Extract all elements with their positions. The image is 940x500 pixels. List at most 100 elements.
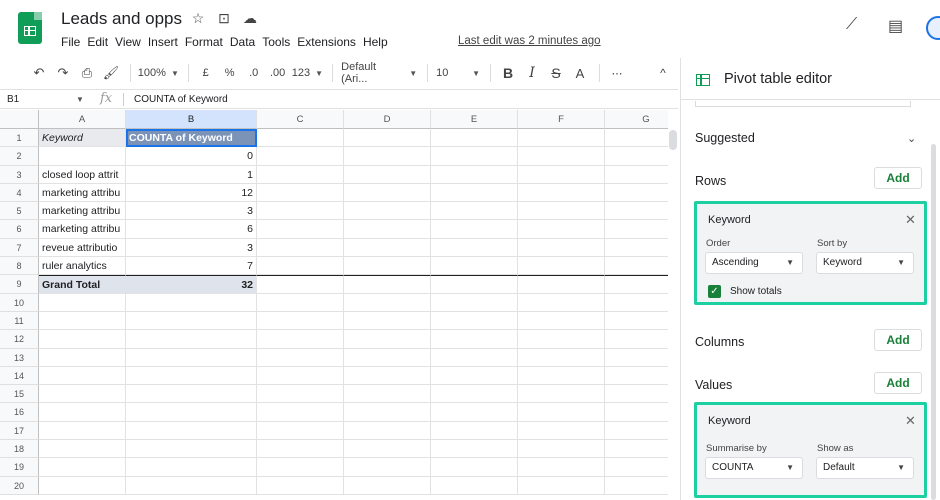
count-cell[interactable]: 1 xyxy=(126,165,257,184)
close-icon[interactable]: ✕ xyxy=(905,413,916,429)
menu-tools[interactable]: Tools xyxy=(262,35,295,49)
select-all-corner[interactable] xyxy=(0,110,39,129)
cell[interactable] xyxy=(605,129,668,148)
column-header-c[interactable]: C xyxy=(257,110,344,129)
cell[interactable] xyxy=(431,348,518,367)
keyword-cell[interactable]: marketing attribu xyxy=(39,220,126,239)
folder-move-icon[interactable]: ⊡ xyxy=(216,10,232,27)
cell[interactable] xyxy=(257,275,344,294)
cell[interactable] xyxy=(431,476,518,495)
cell[interactable] xyxy=(431,293,518,312)
cell[interactable] xyxy=(126,348,257,367)
cell[interactable] xyxy=(344,385,431,404)
cell[interactable] xyxy=(605,202,668,221)
cell[interactable] xyxy=(518,311,605,331)
chevron-down-icon[interactable]: ⌄ xyxy=(907,132,916,145)
menu-view[interactable]: View xyxy=(115,35,146,49)
currency-format-button[interactable]: £ xyxy=(197,62,215,84)
cell[interactable] xyxy=(257,220,344,239)
cell[interactable] xyxy=(518,421,605,441)
cell[interactable] xyxy=(518,403,605,422)
percent-format-button[interactable]: % xyxy=(221,62,239,84)
cell[interactable] xyxy=(126,293,257,312)
cell[interactable] xyxy=(257,421,344,441)
cell[interactable] xyxy=(126,440,257,459)
column-header-d[interactable]: D xyxy=(344,110,431,129)
bold-button[interactable]: B xyxy=(499,62,517,84)
cell[interactable] xyxy=(257,257,344,276)
cell[interactable] xyxy=(126,330,257,349)
cell[interactable] xyxy=(257,458,344,477)
panel-scrollbar[interactable] xyxy=(931,144,936,500)
number-format-select[interactable]: 123 ▼ xyxy=(292,62,323,84)
cell[interactable] xyxy=(344,366,431,386)
column-header-g[interactable]: G xyxy=(605,110,668,129)
cell[interactable] xyxy=(431,421,518,441)
sort-by-select[interactable]: Keyword ▼ xyxy=(816,252,914,274)
row-header[interactable]: 16 xyxy=(0,403,39,422)
comment-icon[interactable]: ▤ xyxy=(888,16,903,36)
cell[interactable] xyxy=(257,202,344,221)
menu-help[interactable]: Help xyxy=(363,35,393,49)
cell[interactable] xyxy=(257,330,344,349)
cell[interactable] xyxy=(39,366,126,386)
row-header[interactable]: 17 xyxy=(0,421,39,441)
cell[interactable] xyxy=(344,257,431,276)
cell[interactable] xyxy=(431,165,518,184)
count-cell[interactable]: 0 xyxy=(126,147,257,166)
cell[interactable] xyxy=(344,440,431,459)
star-icon[interactable]: ☆ xyxy=(190,10,206,27)
redo-icon[interactable]: ↷ xyxy=(54,62,72,84)
keyword-cell[interactable] xyxy=(39,147,126,166)
close-icon[interactable]: ✕ xyxy=(905,212,916,228)
cell[interactable] xyxy=(518,385,605,404)
italic-button[interactable]: I xyxy=(523,62,541,84)
cell[interactable] xyxy=(605,458,668,477)
pivot-header-keyword[interactable]: Keyword xyxy=(39,129,126,148)
cell[interactable] xyxy=(605,239,668,258)
row-header[interactable]: 12 xyxy=(0,330,39,349)
cell[interactable] xyxy=(431,403,518,422)
cell[interactable] xyxy=(344,202,431,221)
grand-total-value[interactable]: 32 xyxy=(126,275,257,294)
cell[interactable] xyxy=(518,220,605,239)
row-header[interactable]: 7 xyxy=(0,238,39,258)
cell[interactable] xyxy=(431,385,518,404)
formula-input[interactable]: COUNTA of Keyword xyxy=(134,94,228,105)
cell[interactable] xyxy=(344,458,431,477)
cell[interactable] xyxy=(518,275,605,294)
grand-total-label[interactable]: Grand Total xyxy=(39,275,126,294)
menu-insert[interactable]: Insert xyxy=(148,35,183,49)
cell[interactable] xyxy=(431,202,518,221)
count-cell[interactable]: 6 xyxy=(126,220,257,239)
more-options-icon[interactable]: ⋯ xyxy=(608,62,626,84)
cell[interactable] xyxy=(126,366,257,386)
strikethrough-button[interactable]: S xyxy=(547,62,565,84)
cell[interactable] xyxy=(431,458,518,477)
add-columns-button[interactable]: Add xyxy=(874,329,922,351)
cell[interactable] xyxy=(605,294,668,312)
cell[interactable] xyxy=(39,385,126,404)
keyword-cell[interactable]: ruler analytics xyxy=(39,257,126,276)
cell[interactable] xyxy=(39,311,126,331)
row-header[interactable]: 6 xyxy=(0,220,39,239)
cell[interactable] xyxy=(431,147,518,166)
cell[interactable] xyxy=(518,238,605,258)
keyword-cell[interactable]: marketing attribu xyxy=(39,202,126,221)
menu-extensions[interactable]: Extensions xyxy=(297,35,361,49)
cell[interactable] xyxy=(605,422,668,441)
cell[interactable] xyxy=(126,311,257,331)
cell[interactable] xyxy=(431,440,518,459)
cell[interactable] xyxy=(257,238,344,258)
row-header[interactable]: 2 xyxy=(0,147,39,166)
row-header[interactable]: 1 xyxy=(0,129,39,148)
keyword-cell[interactable]: closed loop attrit xyxy=(39,165,126,184)
cell[interactable] xyxy=(257,403,344,422)
cell[interactable] xyxy=(344,330,431,349)
cell[interactable] xyxy=(431,238,518,258)
column-header-f[interactable]: F xyxy=(518,110,605,129)
summarise-by-select[interactable]: COUNTA ▼ xyxy=(705,457,803,479)
cell[interactable] xyxy=(257,311,344,331)
font-select[interactable]: Default (Ari... ▼ xyxy=(341,61,417,85)
count-cell[interactable]: 12 xyxy=(126,183,257,203)
